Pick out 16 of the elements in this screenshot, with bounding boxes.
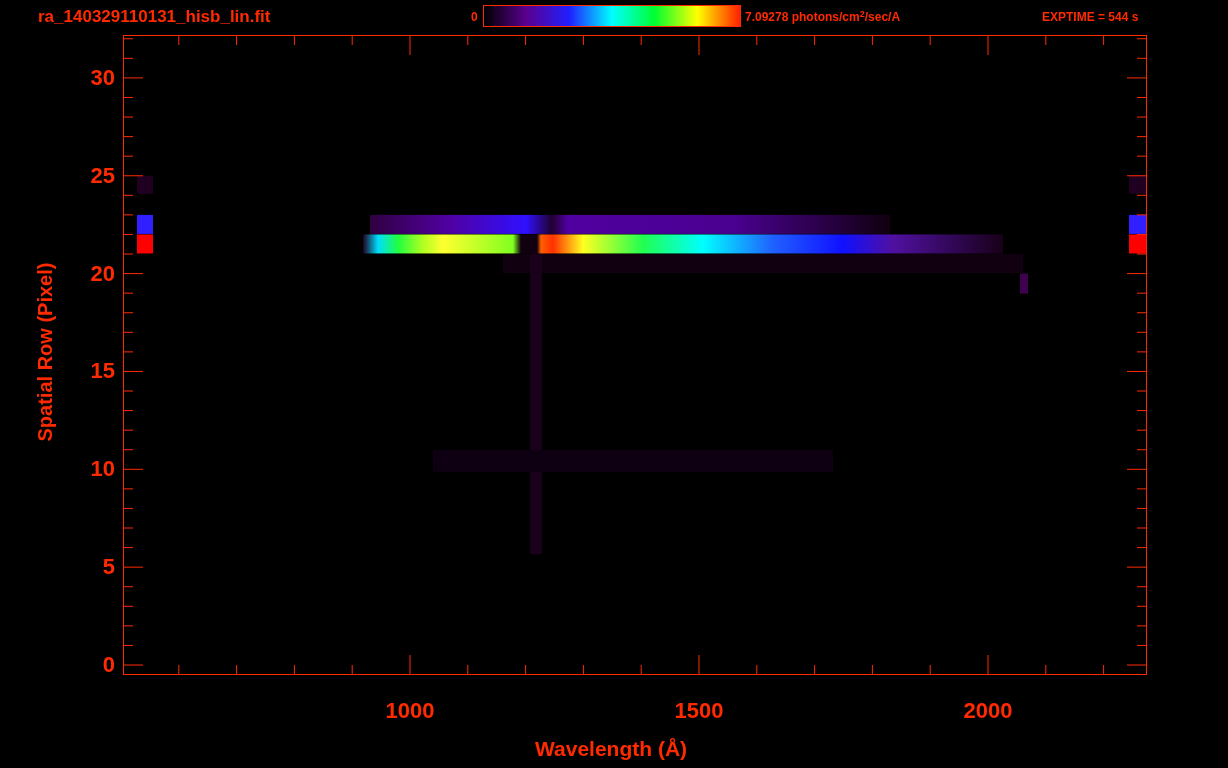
y-tick-label: 0 — [102, 653, 115, 677]
colorbar-min-label: 0 — [471, 9, 479, 26]
y-tick-label: 10 — [90, 457, 115, 482]
y-tick-label: 20 — [90, 261, 115, 286]
x-tick-label: 2000 — [962, 699, 1014, 723]
colorbar-max-label: 7.09278 photons/cm$^{2}$/sec/A — [745, 7, 902, 26]
exposure-time-label: EXPTIME = 544 s — [1042, 9, 1139, 26]
y-tick-label: 25 — [90, 163, 115, 188]
y-tick-label: 5 — [102, 555, 115, 580]
y-axis-label: Spatial Row (Pixel) — [33, 261, 57, 444]
x-tick-label: 1500 — [673, 699, 725, 723]
file-title: ra_140329110131_hisb_lin.fit — [38, 7, 272, 27]
x-axis-label: Wavelength (Å) — [535, 736, 688, 762]
y-tick-label: 15 — [90, 359, 115, 384]
y-tick-label: 30 — [90, 65, 115, 90]
x-tick-label: 1000 — [384, 699, 436, 723]
